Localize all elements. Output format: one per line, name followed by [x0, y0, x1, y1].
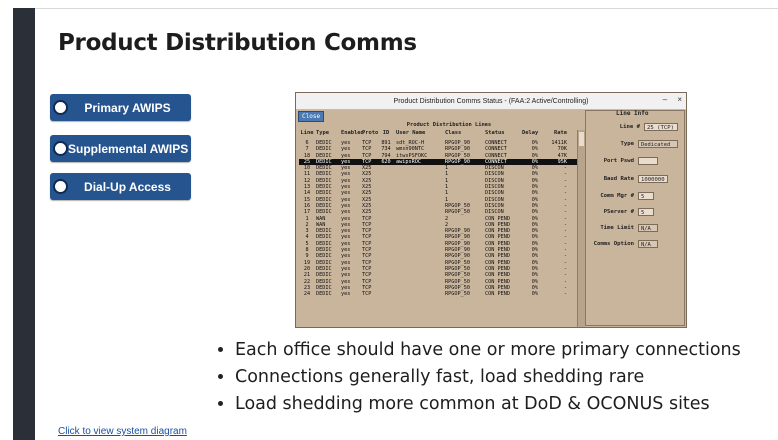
comms-status-window: Product Distribution Comms Status - (FAA… [295, 92, 687, 328]
comms-option-dropdown[interactable]: N/A [638, 240, 658, 248]
window-title: Product Distribution Comms Status - (FAA… [393, 97, 589, 105]
bullet-list: Each office should have one or more prim… [218, 336, 741, 417]
baud-rate-input[interactable]: 1000000 [638, 175, 668, 183]
table-header: Line Type Enabled Proto ID User Name Cla… [299, 130, 579, 139]
slide-title: Product Distribution Comms [58, 30, 417, 56]
radio-icon [53, 141, 68, 156]
cell-class: RPGOP_50 [445, 291, 470, 298]
close-button[interactable]: Close [298, 111, 325, 122]
bullet-item: Each office should have one or more prim… [218, 336, 741, 363]
cell-type: DEDIC [316, 291, 332, 298]
table-caption-wrap: Product Distribution Lines [299, 122, 579, 128]
type-dropdown[interactable]: Dedicated [638, 140, 678, 148]
type-field: Type Dedicated [621, 140, 678, 148]
bullet-text: Connections generally fast, load sheddin… [235, 366, 645, 387]
bullet-dot-icon [218, 401, 223, 406]
comm-mgr-label: Comm Mgr # [600, 193, 634, 199]
nav-button-label: Dial-Up Access [84, 179, 171, 194]
cell-line: 24 [303, 291, 311, 298]
col-header-enabled: Enabled [341, 130, 364, 136]
cell-enabled: yes [341, 291, 351, 298]
nav-button-primary-awips[interactable]: Primary AWIPS [50, 94, 191, 121]
table-row[interactable]: 24 DEDIC yes TCP RPGOP_50 CON PEND 0% - [299, 291, 579, 297]
bullet-item: Connections generally fast, load sheddin… [218, 363, 741, 390]
col-header-proto: Proto [362, 130, 379, 136]
bullet-item: Load shedding more common at DoD & OCONU… [218, 390, 741, 417]
comm-mgr-field: Comm Mgr # 5 [600, 192, 678, 200]
baud-rate-label: Baud Rate [603, 176, 634, 182]
port-pswd-field: Port Pswd [604, 157, 678, 165]
bullet-text: Load shedding more common at DoD & OCONU… [235, 393, 710, 414]
nav-button-supplemental-awips[interactable]: Supplemental AWIPS [50, 135, 191, 162]
left-accent-bar [13, 8, 35, 440]
col-header-rate: Rate [554, 130, 567, 136]
nav-button-label: Primary AWIPS [84, 100, 171, 115]
line-number-value[interactable]: 25 (TCP) [644, 123, 678, 131]
cell-status: CON PEND [485, 291, 510, 298]
pserver-field: PServer # 5 [604, 208, 678, 216]
radio-icon [53, 100, 68, 115]
col-header-id: ID [382, 130, 390, 136]
time-limit-field: Time Limit N/A [600, 224, 678, 232]
cell-proto: TCP [362, 291, 372, 298]
line-number-label: Line # [619, 124, 640, 130]
col-header-class: Class [445, 130, 462, 136]
time-limit-label: Time Limit [600, 225, 634, 231]
bullet-text: Each office should have one or more prim… [235, 339, 741, 360]
pserver-input[interactable]: 5 [638, 208, 654, 216]
nav-button-dial-up-access[interactable]: Dial-Up Access [50, 173, 191, 200]
lines-table-body: 6 DEDIC yes TCP 891 sdt_ROC-H RPGOP_90 CONNECT 0… [299, 140, 579, 327]
baud-rate-field: Baud Rate 1000000 [604, 175, 678, 183]
cell-rate: - [563, 291, 567, 298]
scrollbar-thumb[interactable] [579, 132, 584, 146]
line-info-title: Line Info [616, 110, 649, 117]
minimize-icon[interactable]: – [663, 95, 667, 104]
radio-icon [53, 179, 68, 194]
comms-option-label: Comms Option [593, 241, 634, 247]
col-header-line: Line [300, 130, 314, 136]
cell-delay: 0% [531, 291, 538, 298]
line-number-field: Line # 25 (TCP) [620, 123, 678, 131]
col-header-user-name: User Name [396, 130, 426, 136]
port-pswd-label: Port Pswd [603, 158, 634, 164]
window-titlebar: Product Distribution Comms Status - (FAA… [296, 93, 686, 110]
bullet-dot-icon [218, 347, 223, 352]
nav-button-label: Supplemental AWIPS [68, 141, 189, 156]
comms-option-field: Comms Option N/A [594, 240, 678, 248]
system-diagram-link[interactable]: Click to view system diagram [58, 426, 187, 437]
col-header-type: Type [316, 130, 329, 136]
top-divider [35, 8, 778, 9]
col-header-delay: Delay [522, 130, 539, 136]
comm-mgr-input[interactable]: 5 [638, 192, 654, 200]
type-label: Type [620, 141, 634, 147]
time-limit-dropdown[interactable]: N/A [638, 224, 658, 232]
table-caption: Product Distribution Lines [406, 122, 492, 128]
table-scrollbar[interactable] [577, 130, 585, 327]
close-icon[interactable]: × [677, 95, 682, 104]
col-header-status: Status [485, 130, 505, 136]
bullet-dot-icon [218, 374, 223, 379]
port-pswd-input[interactable] [638, 157, 658, 165]
pserver-label: PServer # [603, 209, 634, 215]
line-info-panel: Line Info Line # 25 (TCP) Type Dedicated… [585, 110, 685, 326]
